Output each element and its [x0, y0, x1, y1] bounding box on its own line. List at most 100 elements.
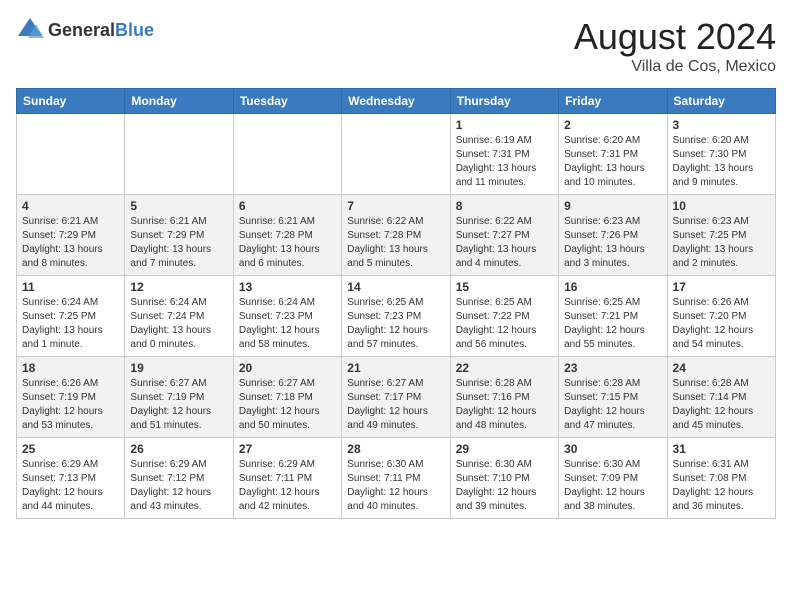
day-number: 14 [347, 280, 444, 294]
day-info: Sunrise: 6:22 AM Sunset: 7:27 PM Dayligh… [456, 215, 553, 271]
calendar-title: August 2024 [574, 16, 776, 58]
calendar-cell [233, 114, 341, 195]
calendar-cell [17, 114, 125, 195]
day-number: 23 [564, 361, 661, 375]
day-number: 31 [673, 442, 770, 456]
calendar-cell: 27 Sunrise: 6:29 AM Sunset: 7:11 PM Dayli… [233, 438, 341, 519]
day-number: 6 [239, 199, 336, 213]
day-info: Sunrise: 6:27 AM Sunset: 7:18 PM Dayligh… [239, 377, 336, 433]
day-info: Sunrise: 6:29 AM Sunset: 7:13 PM Dayligh… [22, 458, 119, 514]
day-number: 27 [239, 442, 336, 456]
logo: GeneralBlue [16, 16, 154, 44]
day-number: 7 [347, 199, 444, 213]
day-number: 1 [456, 118, 553, 132]
calendar-header-monday: Monday [125, 89, 233, 114]
day-number: 3 [673, 118, 770, 132]
day-number: 17 [673, 280, 770, 294]
day-number: 11 [22, 280, 119, 294]
day-info: Sunrise: 6:20 AM Sunset: 7:31 PM Dayligh… [564, 134, 661, 190]
calendar-cell: 6Sunrise: 6:21 AM Sunset: 7:28 PM Daylig… [233, 195, 341, 276]
calendar-table: SundayMondayTuesdayWednesdayThursdayFrid… [16, 88, 776, 519]
calendar-week-row: 25 Sunrise: 6:29 AM Sunset: 7:13 PM Dayli… [17, 438, 776, 519]
calendar-cell: 9 Sunrise: 6:23 AM Sunset: 7:26 PM Daylig… [559, 195, 667, 276]
day-info: Sunrise: 6:25 AM Sunset: 7:21 PM Dayligh… [564, 296, 661, 352]
day-number: 15 [456, 280, 553, 294]
day-info: Sunrise: 6:27 AM Sunset: 7:19 PM Dayligh… [130, 377, 227, 433]
day-info: Sunrise: 6:22 AM Sunset: 7:28 PM Dayligh… [347, 215, 444, 271]
calendar-cell: 29 Sunrise: 6:30 AM Sunset: 7:10 PM Dayli… [450, 438, 558, 519]
day-number: 10 [673, 199, 770, 213]
calendar-cell: 4 Sunrise: 6:21 AM Sunset: 7:29 PM Daylig… [17, 195, 125, 276]
calendar-cell: 24 Sunrise: 6:28 AM Sunset: 7:14 PM Dayli… [667, 357, 775, 438]
day-number: 22 [456, 361, 553, 375]
day-number: 25 [22, 442, 119, 456]
day-number: 18 [22, 361, 119, 375]
calendar-cell: 17Sunrise: 6:26 AM Sunset: 7:20 PM Dayli… [667, 276, 775, 357]
calendar-cell: 28 Sunrise: 6:30 AM Sunset: 7:11 PM Dayli… [342, 438, 450, 519]
calendar-cell: 15 Sunrise: 6:25 AM Sunset: 7:22 PM Dayli… [450, 276, 558, 357]
page-header: GeneralBlue August 2024 Villa de Cos, Me… [16, 16, 776, 76]
calendar-cell: 12 Sunrise: 6:24 AM Sunset: 7:24 PM Dayli… [125, 276, 233, 357]
day-info: Sunrise: 6:30 AM Sunset: 7:11 PM Dayligh… [347, 458, 444, 514]
calendar-week-row: 1 Sunrise: 6:19 AM Sunset: 7:31 PM Daylig… [17, 114, 776, 195]
day-info: Sunrise: 6:19 AM Sunset: 7:31 PM Dayligh… [456, 134, 553, 190]
day-number: 20 [239, 361, 336, 375]
day-info: Sunrise: 6:23 AM Sunset: 7:25 PM Dayligh… [673, 215, 770, 271]
day-info: Sunrise: 6:30 AM Sunset: 7:10 PM Dayligh… [456, 458, 553, 514]
day-info: Sunrise: 6:29 AM Sunset: 7:12 PM Dayligh… [130, 458, 227, 514]
calendar-header-sunday: Sunday [17, 89, 125, 114]
calendar-subtitle: Villa de Cos, Mexico [574, 58, 776, 76]
logo-blue: Blue [115, 20, 154, 40]
calendar-cell: 3Sunrise: 6:20 AM Sunset: 7:30 PM Daylig… [667, 114, 775, 195]
day-info: Sunrise: 6:25 AM Sunset: 7:22 PM Dayligh… [456, 296, 553, 352]
day-info: Sunrise: 6:27 AM Sunset: 7:17 PM Dayligh… [347, 377, 444, 433]
calendar-cell: 11 Sunrise: 6:24 AM Sunset: 7:25 PM Dayli… [17, 276, 125, 357]
calendar-cell: 10 Sunrise: 6:23 AM Sunset: 7:25 PM Dayli… [667, 195, 775, 276]
calendar-header-row: SundayMondayTuesdayWednesdayThursdayFrid… [17, 89, 776, 114]
day-number: 2 [564, 118, 661, 132]
calendar-cell: 7 Sunrise: 6:22 AM Sunset: 7:28 PM Daylig… [342, 195, 450, 276]
calendar-cell [342, 114, 450, 195]
calendar-cell: 16Sunrise: 6:25 AM Sunset: 7:21 PM Dayli… [559, 276, 667, 357]
calendar-cell: 18 Sunrise: 6:26 AM Sunset: 7:19 PM Dayli… [17, 357, 125, 438]
calendar-cell: 1 Sunrise: 6:19 AM Sunset: 7:31 PM Daylig… [450, 114, 558, 195]
calendar-cell: 20 Sunrise: 6:27 AM Sunset: 7:18 PM Dayli… [233, 357, 341, 438]
day-info: Sunrise: 6:24 AM Sunset: 7:23 PM Dayligh… [239, 296, 336, 352]
day-number: 21 [347, 361, 444, 375]
day-info: Sunrise: 6:23 AM Sunset: 7:26 PM Dayligh… [564, 215, 661, 271]
calendar-cell: 13 Sunrise: 6:24 AM Sunset: 7:23 PM Dayli… [233, 276, 341, 357]
calendar-cell: 22 Sunrise: 6:28 AM Sunset: 7:16 PM Dayli… [450, 357, 558, 438]
day-number: 26 [130, 442, 227, 456]
day-number: 28 [347, 442, 444, 456]
day-number: 30 [564, 442, 661, 456]
day-info: Sunrise: 6:26 AM Sunset: 7:19 PM Dayligh… [22, 377, 119, 433]
day-info: Sunrise: 6:24 AM Sunset: 7:24 PM Dayligh… [130, 296, 227, 352]
calendar-cell: 21 Sunrise: 6:27 AM Sunset: 7:17 PM Dayli… [342, 357, 450, 438]
calendar-cell: 25 Sunrise: 6:29 AM Sunset: 7:13 PM Dayli… [17, 438, 125, 519]
day-number: 12 [130, 280, 227, 294]
calendar-header-friday: Friday [559, 89, 667, 114]
calendar-cell: 14Sunrise: 6:25 AM Sunset: 7:23 PM Dayli… [342, 276, 450, 357]
day-info: Sunrise: 6:28 AM Sunset: 7:15 PM Dayligh… [564, 377, 661, 433]
calendar-cell: 2 Sunrise: 6:20 AM Sunset: 7:31 PM Daylig… [559, 114, 667, 195]
day-info: Sunrise: 6:29 AM Sunset: 7:11 PM Dayligh… [239, 458, 336, 514]
calendar-week-row: 11 Sunrise: 6:24 AM Sunset: 7:25 PM Dayli… [17, 276, 776, 357]
day-number: 5 [130, 199, 227, 213]
calendar-cell: 26 Sunrise: 6:29 AM Sunset: 7:12 PM Dayli… [125, 438, 233, 519]
day-number: 13 [239, 280, 336, 294]
calendar-header-tuesday: Tuesday [233, 89, 341, 114]
day-number: 4 [22, 199, 119, 213]
calendar-cell: 30 Sunrise: 6:30 AM Sunset: 7:09 PM Dayli… [559, 438, 667, 519]
calendar-cell [125, 114, 233, 195]
calendar-cell: 8Sunrise: 6:22 AM Sunset: 7:27 PM Daylig… [450, 195, 558, 276]
logo-icon [16, 16, 44, 44]
day-info: Sunrise: 6:30 AM Sunset: 7:09 PM Dayligh… [564, 458, 661, 514]
day-info: Sunrise: 6:28 AM Sunset: 7:14 PM Dayligh… [673, 377, 770, 433]
day-number: 29 [456, 442, 553, 456]
day-info: Sunrise: 6:24 AM Sunset: 7:25 PM Dayligh… [22, 296, 119, 352]
day-number: 24 [673, 361, 770, 375]
day-number: 9 [564, 199, 661, 213]
day-info: Sunrise: 6:28 AM Sunset: 7:16 PM Dayligh… [456, 377, 553, 433]
calendar-header-thursday: Thursday [450, 89, 558, 114]
day-info: Sunrise: 6:21 AM Sunset: 7:29 PM Dayligh… [22, 215, 119, 271]
